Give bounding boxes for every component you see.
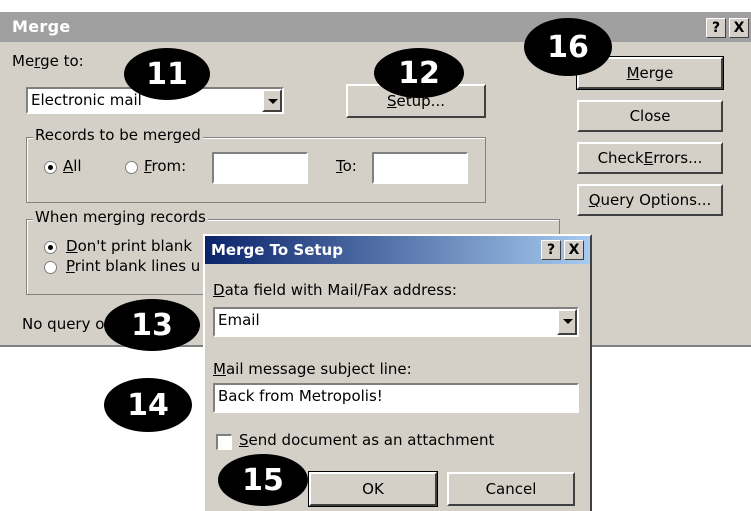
data-field-combo[interactable]: Email bbox=[213, 307, 579, 337]
radio-all-label: All bbox=[63, 157, 82, 175]
close-button[interactable]: Close bbox=[577, 100, 723, 132]
callout-15: 15 bbox=[218, 454, 308, 506]
callout-11: 11 bbox=[124, 48, 210, 100]
radio-from-label: From: bbox=[144, 157, 187, 175]
merge-title: Merge bbox=[12, 17, 71, 36]
radio-dont-print-label: Don't print blank bbox=[66, 237, 193, 255]
attachment-checkbox[interactable] bbox=[216, 434, 232, 450]
attachment-label: Send document as an attachment bbox=[239, 431, 495, 449]
radio-all[interactable] bbox=[44, 161, 57, 174]
callout-13: 13 bbox=[104, 299, 200, 351]
query-options-button[interactable]: Query Options... bbox=[577, 184, 723, 216]
to-label: To: bbox=[336, 157, 357, 175]
help-button[interactable]: ? bbox=[706, 18, 726, 38]
callout-16: 16 bbox=[524, 18, 612, 76]
radio-dont-print-blank[interactable] bbox=[44, 241, 57, 254]
callout-12: 12 bbox=[374, 48, 464, 98]
merge-titlebar[interactable]: Merge ? X bbox=[0, 12, 751, 42]
subject-line-input[interactable]: Back from Metropolis! bbox=[213, 383, 579, 413]
from-input[interactable] bbox=[212, 152, 308, 184]
radio-from[interactable] bbox=[125, 161, 138, 174]
when-merging-label: When merging records bbox=[33, 208, 208, 226]
records-group-label: Records to be merged bbox=[33, 126, 203, 144]
merge-to-label: Merge to: bbox=[12, 52, 84, 70]
to-input[interactable] bbox=[372, 152, 468, 184]
callout-14: 14 bbox=[104, 378, 192, 432]
setup-close-icon[interactable]: X bbox=[564, 240, 584, 260]
data-field-label: Data field with Mail/Fax address: bbox=[213, 281, 457, 299]
subject-line-label: Mail message subject line: bbox=[213, 360, 412, 378]
check-errors-button[interactable]: Check Errors... bbox=[577, 142, 723, 174]
ok-button[interactable]: OK bbox=[308, 471, 438, 507]
setup-title: Merge To Setup bbox=[211, 241, 343, 259]
chevron-down-icon[interactable] bbox=[262, 89, 282, 112]
close-icon[interactable]: X bbox=[729, 18, 749, 38]
data-field-value: Email bbox=[218, 311, 260, 329]
cancel-button[interactable]: Cancel bbox=[447, 472, 575, 506]
chevron-down-icon[interactable] bbox=[557, 309, 577, 335]
setup-titlebar[interactable]: Merge To Setup ? X bbox=[205, 236, 590, 264]
radio-print-blank-label: Print blank lines u bbox=[66, 257, 201, 275]
radio-print-blank[interactable] bbox=[44, 261, 57, 274]
merge-to-value: Electronic mail bbox=[31, 91, 142, 109]
query-status-text: No query op bbox=[22, 315, 114, 333]
setup-help-button[interactable]: ? bbox=[541, 240, 561, 260]
